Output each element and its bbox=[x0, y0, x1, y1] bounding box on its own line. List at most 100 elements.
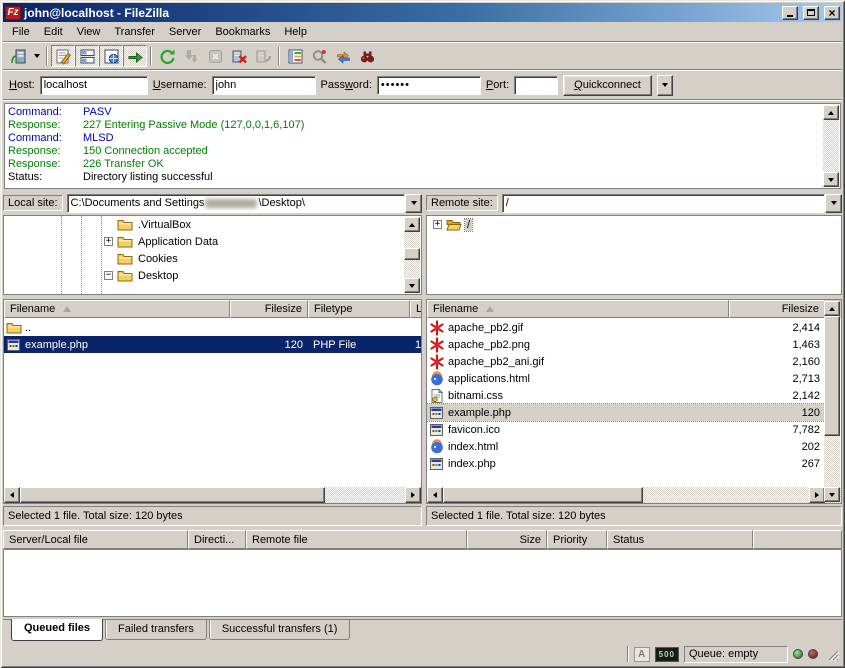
site-manager-dropdown[interactable] bbox=[30, 45, 43, 67]
column-filesize[interactable]: Filesize bbox=[230, 300, 308, 318]
tab-failed-transfers[interactable]: Failed transfers bbox=[105, 620, 207, 640]
scroll-up-button[interactable] bbox=[404, 217, 420, 232]
toggle-local-tree-button[interactable] bbox=[75, 45, 99, 67]
minimize-button[interactable] bbox=[782, 6, 798, 20]
synchronized-browsing-button[interactable] bbox=[331, 45, 355, 67]
file-row[interactable]: apache_pb2.png1,463 bbox=[427, 336, 825, 353]
scroll-thumb[interactable] bbox=[443, 487, 643, 503]
column-server-local-file[interactable]: Server/Local file bbox=[3, 530, 188, 549]
cancel-operation-button[interactable] bbox=[203, 45, 227, 67]
menu-help[interactable]: Help bbox=[277, 24, 314, 40]
scroll-right-button[interactable] bbox=[405, 487, 421, 503]
directory-filters-button[interactable] bbox=[283, 45, 307, 67]
password-input[interactable] bbox=[377, 76, 481, 95]
toggle-message-log-button[interactable] bbox=[51, 45, 75, 67]
remote-horizontal-scrollbar[interactable] bbox=[427, 487, 841, 503]
tree-item-root[interactable]: + / bbox=[427, 216, 841, 233]
file-row[interactable]: index.html202 bbox=[427, 438, 825, 455]
menu-file[interactable]: File bbox=[5, 24, 37, 40]
column-size[interactable]: Size bbox=[467, 530, 547, 549]
scroll-track[interactable] bbox=[643, 487, 809, 503]
file-row-example-php[interactable]: example.php 120 PHP File 1 bbox=[4, 336, 421, 353]
file-row[interactable]: apache_pb2.gif2,414 bbox=[427, 319, 825, 336]
local-horizontal-scrollbar[interactable] bbox=[4, 487, 421, 503]
resize-grip[interactable] bbox=[825, 647, 839, 661]
menu-view[interactable]: View bbox=[70, 24, 108, 40]
find-files-button[interactable] bbox=[355, 45, 379, 67]
local-path-dropdown[interactable] bbox=[405, 194, 422, 213]
file-row[interactable]: bitnami.css2,142 bbox=[427, 387, 825, 404]
menu-transfer[interactable]: Transfer bbox=[107, 24, 162, 40]
quickconnect-button[interactable]: Quickconnect bbox=[563, 75, 652, 96]
column-last-modified[interactable]: L bbox=[410, 300, 422, 318]
column-direction[interactable]: Directi... bbox=[188, 530, 246, 549]
remote-path-dropdown[interactable] bbox=[825, 194, 842, 213]
menu-edit[interactable]: Edit bbox=[37, 24, 70, 40]
menu-server[interactable]: Server bbox=[162, 24, 208, 40]
remote-list-scrollbar[interactable] bbox=[824, 301, 840, 502]
close-button[interactable]: × bbox=[824, 6, 840, 20]
file-row-parent-dir[interactable]: .. bbox=[4, 319, 421, 336]
toggle-remote-tree-button[interactable] bbox=[99, 45, 123, 67]
log-scrollbar[interactable] bbox=[823, 105, 839, 187]
menu-bookmarks[interactable]: Bookmarks bbox=[208, 24, 277, 40]
collapse-icon[interactable]: − bbox=[104, 271, 113, 280]
site-manager-button[interactable] bbox=[6, 45, 30, 67]
port-input[interactable] bbox=[514, 76, 558, 95]
expand-icon[interactable]: + bbox=[433, 220, 442, 229]
process-queue-button[interactable] bbox=[179, 45, 203, 67]
file-row-selected[interactable]: example.php120 bbox=[427, 404, 825, 421]
local-path-field[interactable]: C:\Documents and Settings\Desktop\ bbox=[67, 194, 405, 213]
remote-path-field[interactable]: / bbox=[502, 194, 825, 213]
scroll-track[interactable] bbox=[404, 232, 420, 278]
toggle-transfer-queue-button[interactable] bbox=[123, 45, 147, 67]
scroll-track[interactable] bbox=[823, 120, 839, 172]
scroll-up-button[interactable] bbox=[823, 105, 839, 120]
scroll-thumb[interactable] bbox=[20, 487, 325, 503]
host-input[interactable] bbox=[40, 76, 148, 95]
quickconnect-bar: Host: Username: Password: Port: Quickcon… bbox=[3, 71, 842, 99]
file-row[interactable]: index.php267 bbox=[427, 455, 825, 472]
local-site-combo[interactable]: C:\Documents and Settings\Desktop\ bbox=[67, 194, 422, 213]
column-filetype[interactable]: Filetype bbox=[308, 300, 410, 318]
scroll-down-button[interactable] bbox=[404, 278, 420, 293]
refresh-button[interactable] bbox=[155, 45, 179, 67]
scroll-thumb[interactable] bbox=[404, 248, 420, 260]
title-bar[interactable]: Fz john@localhost - FileZilla × bbox=[3, 3, 842, 22]
scroll-thumb[interactable] bbox=[824, 316, 840, 436]
scroll-right-button[interactable] bbox=[809, 487, 825, 503]
file-lists-row: Filename Filesize Filetype L .. example.… bbox=[3, 299, 842, 526]
scroll-up-button[interactable] bbox=[824, 301, 840, 316]
scroll-left-button[interactable] bbox=[427, 487, 443, 503]
toolbar-separator bbox=[46, 47, 48, 65]
scroll-track[interactable] bbox=[824, 316, 840, 487]
disconnect-button[interactable] bbox=[227, 45, 251, 67]
tree-item-cookies[interactable]: Cookies bbox=[4, 250, 421, 267]
column-remote-file[interactable]: Remote file bbox=[246, 530, 467, 549]
column-priority[interactable]: Priority bbox=[547, 530, 607, 549]
column-filename[interactable]: Filename bbox=[427, 300, 729, 318]
tab-queued-files[interactable]: Queued files bbox=[11, 619, 103, 641]
tree-item-desktop[interactable]: − Desktop bbox=[4, 267, 421, 284]
tree-item-application-data[interactable]: + Application Data bbox=[4, 233, 421, 250]
tab-successful-transfers[interactable]: Successful transfers (1) bbox=[209, 620, 351, 640]
quickconnect-dropdown[interactable] bbox=[657, 75, 673, 96]
scroll-track[interactable] bbox=[325, 487, 405, 503]
reconnect-button[interactable] bbox=[251, 45, 275, 67]
local-tree-scrollbar[interactable] bbox=[404, 217, 420, 293]
scroll-down-button[interactable] bbox=[823, 172, 839, 187]
column-status[interactable]: Status bbox=[607, 530, 753, 549]
tree-item-virtualbox[interactable]: .VirtualBox bbox=[4, 216, 421, 233]
file-row[interactable]: applications.html2,713 bbox=[427, 370, 825, 387]
column-filesize[interactable]: Filesize bbox=[729, 300, 825, 318]
column-filename[interactable]: Filename bbox=[4, 300, 230, 318]
expand-icon[interactable]: + bbox=[104, 237, 113, 246]
username-input[interactable] bbox=[212, 76, 316, 95]
file-row[interactable]: favicon.ico7,782 bbox=[427, 421, 825, 438]
compare-directories-button[interactable] bbox=[307, 45, 331, 67]
maximize-button[interactable] bbox=[803, 6, 819, 20]
remote-site-combo[interactable]: / bbox=[502, 194, 842, 213]
scroll-left-button[interactable] bbox=[4, 487, 20, 503]
file-row[interactable]: apache_pb2_ani.gif2,160 bbox=[427, 353, 825, 370]
scroll-down-button[interactable] bbox=[824, 487, 840, 502]
